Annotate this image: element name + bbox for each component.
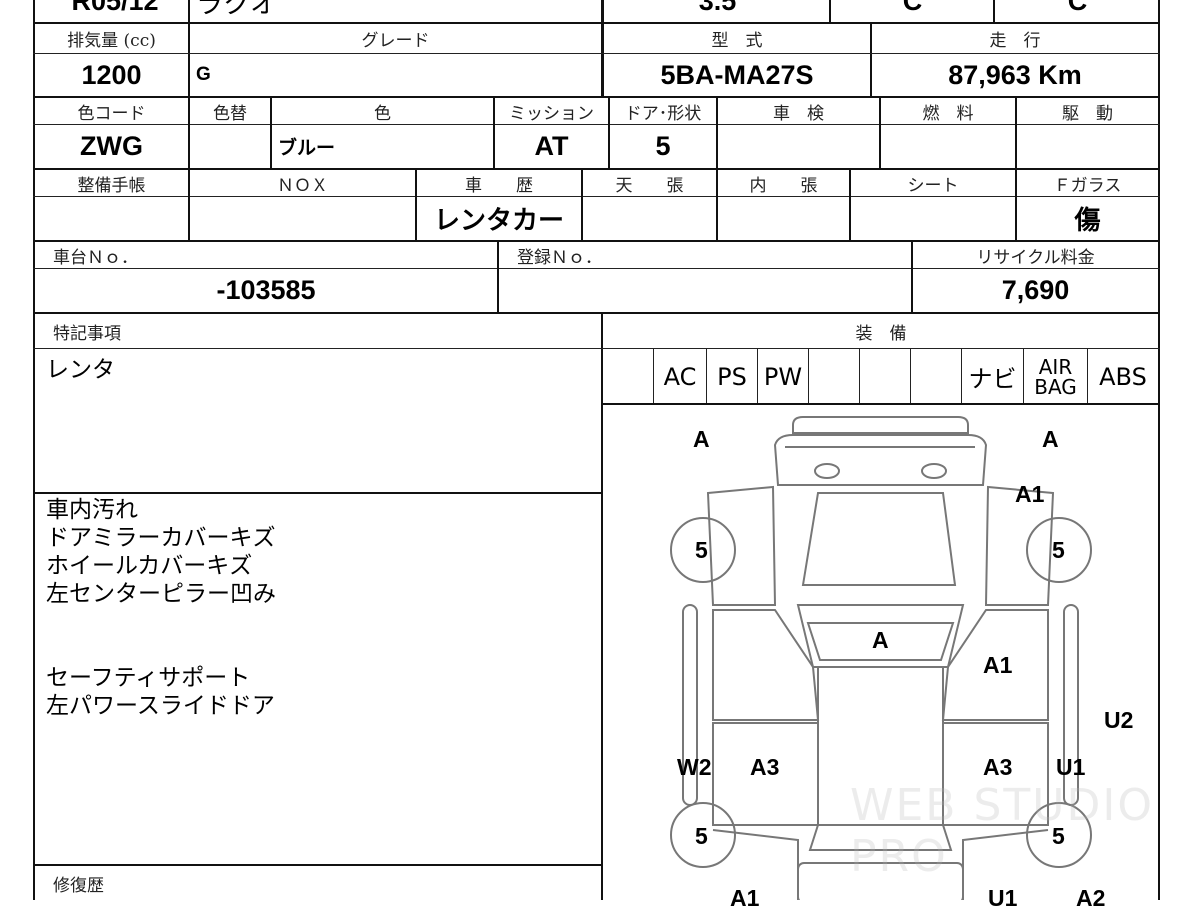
header-door-shape: ドア･形状 — [624, 103, 702, 124]
header-color-change: 色替 — [213, 103, 247, 124]
notes-first-line: レンタ — [46, 357, 115, 383]
mark-right-front-door: A1 — [983, 652, 1013, 678]
rule — [33, 348, 1160, 349]
mark-rear-left-wheel: 5 — [695, 823, 708, 849]
equip-item — [809, 350, 859, 403]
rule — [33, 864, 601, 866]
hood — [801, 492, 957, 586]
value-nox — [190, 197, 415, 240]
value-mileage: 87,963 Km — [948, 59, 1082, 90]
left-headlight — [814, 463, 840, 479]
mark-right-front-fender: A1 — [1015, 481, 1045, 507]
auction-date: R05/12 — [71, 0, 159, 16]
right-headlight — [921, 463, 947, 479]
mark-right-sill: U1 — [1056, 754, 1086, 780]
equip-abs: ABS — [1099, 362, 1147, 391]
value-color-change — [190, 125, 270, 168]
header-registration-no: 登録Ｎｏ． — [517, 247, 602, 268]
equip-item — [860, 350, 910, 403]
mark-left-rear-quarter: A1 — [730, 885, 760, 911]
header-drive: 駆 動 — [1062, 103, 1113, 124]
header-seat: シート — [907, 175, 959, 196]
mark-front-right-wheel: 5 — [1052, 537, 1065, 563]
value-front-glass: 傷 — [1074, 205, 1101, 235]
mark-left-sill: W2 — [677, 754, 712, 780]
watermark: WEB STUDIO PRO — [850, 780, 1154, 882]
header-chassis-no: 車台Ｎｏ． — [53, 247, 138, 268]
equip-item — [911, 350, 961, 403]
equipment-title: 装 備 — [855, 323, 907, 344]
value-history: レンタカー — [433, 205, 564, 235]
header-headliner: 天 張 — [615, 175, 684, 196]
auction-score: 3.5 — [698, 0, 737, 16]
header-displacement: 排気量 (cc) — [67, 31, 156, 51]
rule — [993, 0, 995, 22]
equip-pw: PW — [763, 362, 803, 391]
value-transmission: AT — [534, 131, 569, 161]
mark-left-rear-door: A3 — [750, 754, 780, 780]
header-fuel: 燃 料 — [922, 103, 974, 124]
header-color: 色 — [374, 103, 391, 124]
value-door-shape: 5 — [655, 131, 671, 161]
header-history: 車 歴 — [465, 175, 533, 196]
header-inspection: 車 検 — [773, 103, 824, 124]
value-grade: G — [196, 64, 211, 85]
value-seat — [851, 197, 1015, 240]
value-chassis-no: -103585 — [216, 275, 316, 305]
left-front-fender — [706, 485, 777, 606]
front-grille — [773, 434, 988, 486]
value-recycle-fee: 7,690 — [1001, 275, 1070, 305]
mark-right-side: U2 — [1104, 707, 1134, 733]
value-fuel — [881, 125, 1015, 168]
value-registration-no — [499, 269, 911, 312]
value-maintenance-book — [35, 197, 188, 240]
interior-grade: C — [902, 0, 923, 16]
equip-airbag: AIR BAG — [1034, 354, 1077, 399]
exterior-grade: C — [1067, 0, 1088, 16]
mark-windshield: A — [872, 627, 889, 653]
mark-front-bumper-left: A — [693, 426, 710, 452]
equip-navi: ナビ — [968, 365, 1017, 393]
repair-history-title: 修復歴 — [53, 875, 104, 896]
mark-front-bumper-right: A — [1042, 426, 1059, 452]
header-nox: ＮＯＸ — [277, 175, 328, 196]
front-bumper — [792, 416, 969, 434]
header-mileage: 走 行 — [989, 31, 1041, 51]
value-inspection — [718, 125, 879, 168]
value-headliner — [583, 197, 716, 240]
notes-title: 特記事項 — [53, 323, 121, 344]
value-model-code: 5BA-MA27S — [660, 59, 814, 90]
frame-right — [1158, 0, 1160, 900]
rule — [829, 0, 831, 22]
header-color-code: 色コード — [77, 103, 146, 124]
value-color-code: ZWG — [80, 131, 143, 161]
header-maintenance-book: 整備手帳 — [77, 175, 146, 196]
equip-item — [603, 350, 653, 403]
header-recycle-fee: リサイクル料金 — [976, 247, 1095, 268]
header-front-glass: Ｆガラス — [1053, 175, 1122, 196]
value-displacement: 1200 — [81, 59, 142, 90]
rule — [33, 492, 601, 494]
mark-front-left-wheel: 5 — [695, 537, 708, 563]
header-transmission: ミッション — [509, 103, 594, 124]
equip-ps: PS — [717, 362, 747, 391]
value-color: ブルー — [278, 138, 336, 159]
notes-body: 車内汚れ ドアミラーカバーキズ ホイールカバーキズ 左センターピラー凹み セーフ… — [46, 497, 276, 719]
header-model-code: 型 式 — [711, 31, 763, 51]
mark-rear-bumper-right: A2 — [1076, 885, 1106, 911]
header-interior-trim: 内 張 — [749, 175, 818, 196]
header-grade: グレード — [361, 31, 430, 51]
value-interior-trim — [718, 197, 849, 240]
mark-right-rear-door: A3 — [983, 754, 1013, 780]
mark-right-rear-quarter: U1 — [988, 885, 1018, 911]
model-name: ラクオ — [196, 0, 277, 19]
equip-ac: AC — [663, 362, 697, 391]
value-drive — [1017, 125, 1158, 168]
